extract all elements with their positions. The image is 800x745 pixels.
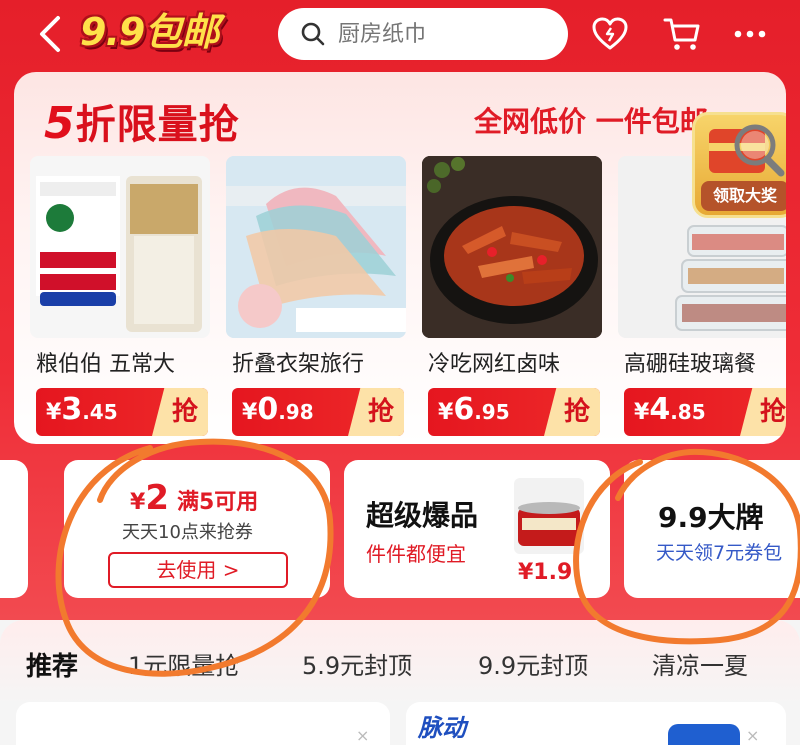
flash-sale-card: 5折限量抢 全网低价 一件包邮 > 粮伯伯 五常大 ¥3.45 抢 折叠衣架旅行… xyxy=(14,72,786,444)
hot-deal-image xyxy=(514,478,584,554)
brand-card-title: 9.9大牌 xyxy=(658,501,764,534)
product-card[interactable]: 粮伯伯 五常大 ¥3.45 抢 xyxy=(30,156,210,436)
tab-1-yuan[interactable]: 1元限量抢 xyxy=(128,646,239,681)
price-tag[interactable]: ¥0.98 抢 xyxy=(232,388,404,436)
feed-product-image xyxy=(668,724,740,745)
product-price: ¥0.98 xyxy=(242,392,314,427)
prize-badge-label: 领取大奖 xyxy=(701,181,786,211)
tab-summer[interactable]: 清凉一夏 xyxy=(652,646,748,681)
tab-recommend[interactable]: 推荐 xyxy=(26,646,78,683)
flash-sale-title: 5折限量抢 xyxy=(44,98,240,149)
brand-card-subtitle: 天天领7元券包 xyxy=(656,542,783,564)
hot-deal-card[interactable]: 超级爆品 件件都便宜 ¥1.9 xyxy=(344,460,610,598)
tab-5-9-cap[interactable]: 5.9元封顶 xyxy=(302,646,412,681)
product-name: 高硼硅玻璃餐 xyxy=(624,352,757,377)
close-icon[interactable]: × xyxy=(746,726,759,745)
grab-button[interactable]: 抢 xyxy=(740,388,786,436)
grab-button[interactable]: 抢 xyxy=(544,388,600,436)
back-arrow-icon[interactable] xyxy=(34,14,68,54)
product-name: 粮伯伯 五常大 xyxy=(36,352,175,377)
product-price: ¥6.95 xyxy=(438,392,510,427)
header-bar: 9.9包邮 xyxy=(0,0,800,70)
product-name: 折叠衣架旅行 xyxy=(232,352,365,377)
coupon-description: 天天10点来抢券 xyxy=(122,522,253,543)
grab-button[interactable]: 抢 xyxy=(152,388,208,436)
category-tabs: 推荐 1元限量抢 5.9元封顶 9.9元封顶 清凉一夏 xyxy=(0,620,800,704)
tab-9-9-cap[interactable]: 9.9元封顶 xyxy=(478,646,588,681)
heart-icon[interactable] xyxy=(590,14,630,54)
price-tag[interactable]: ¥6.95 抢 xyxy=(428,388,600,436)
search-box[interactable] xyxy=(278,8,568,60)
prize-badge[interactable]: 领取大奖 xyxy=(692,112,786,218)
product-image-spicy-dish xyxy=(422,156,602,338)
coupon-card[interactable]: ¥2 满5可用 天天10点来抢券 去使用 > xyxy=(64,460,330,598)
grab-button[interactable]: 抢 xyxy=(348,388,404,436)
cart-icon[interactable] xyxy=(662,14,702,54)
search-input[interactable] xyxy=(338,21,538,47)
product-name: 冷吃网红卤味 xyxy=(428,352,561,377)
coupon-row: ¥2 满5可用 天天10点来抢券 去使用 > 超级爆品 件件都便宜 ¥1.9 9.… xyxy=(0,460,800,600)
feed-card[interactable]: × xyxy=(16,702,390,745)
product-card[interactable]: 冷吃网红卤味 ¥6.95 抢 xyxy=(422,156,602,436)
more-icon[interactable] xyxy=(730,14,770,54)
hot-deal-price: ¥1.9 xyxy=(518,560,573,585)
product-image-rice xyxy=(30,156,210,338)
use-coupon-button[interactable]: 去使用 > xyxy=(108,552,288,588)
brand-card[interactable]: 9.9大牌 天天领7元券包 xyxy=(624,460,800,598)
coupon-value: ¥2 满5可用 xyxy=(130,478,259,518)
hot-deal-title: 超级爆品 xyxy=(366,499,479,532)
feed-brand-logo: 脉动 xyxy=(418,714,466,742)
price-tag[interactable]: ¥3.45 抢 xyxy=(36,388,208,436)
page-logo: 9.9包邮 xyxy=(80,10,219,54)
hot-deal-subtitle: 件件都便宜 xyxy=(366,542,466,566)
product-card[interactable]: 折叠衣架旅行 ¥0.98 抢 xyxy=(226,156,406,436)
magnifier-icon xyxy=(709,124,785,177)
partial-card-left[interactable] xyxy=(0,460,28,598)
product-image-hangers xyxy=(226,156,406,338)
search-icon xyxy=(301,22,325,46)
product-price: ¥4.85 xyxy=(634,392,706,427)
product-price: ¥3.45 xyxy=(46,392,118,427)
close-icon[interactable]: × xyxy=(356,726,369,745)
price-tag[interactable]: ¥4.85 抢 xyxy=(624,388,786,436)
